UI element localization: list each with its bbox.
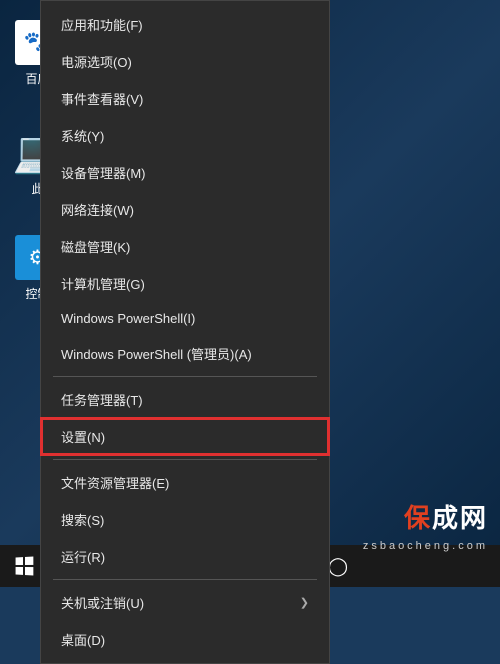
menu-device-manager[interactable]: 设备管理器(M) [41,154,329,191]
watermark-url: zsbaocheng.com [363,540,488,552]
menu-task-manager[interactable]: 任务管理器(T) [41,381,329,418]
menu-shutdown-signout[interactable]: 关机或注销(U) ❯ [41,584,329,621]
menu-apps-features[interactable]: 应用和功能(F) [41,6,329,43]
chevron-right-icon: ❯ [300,596,309,609]
menu-label: Windows PowerShell (管理员)(A) [61,344,252,363]
menu-label: 设备管理器(M) [61,163,146,182]
menu-label: 运行(R) [61,547,105,566]
menu-power-options[interactable]: 电源选项(O) [41,43,329,80]
windows-logo-icon [16,557,34,576]
menu-label: 关机或注销(U) [61,593,144,612]
menu-run[interactable]: 运行(R) [41,538,329,575]
menu-label: 应用和功能(F) [61,15,143,34]
menu-network-connections[interactable]: 网络连接(W) [41,191,329,228]
menu-system[interactable]: 系统(Y) [41,117,329,154]
menu-label: 任务管理器(T) [61,390,143,409]
winx-context-menu: 应用和功能(F) 电源选项(O) 事件查看器(V) 系统(Y) 设备管理器(M)… [40,0,330,664]
menu-settings[interactable]: 设置(N) [41,418,329,455]
menu-label: 桌面(D) [61,630,105,649]
menu-label: 计算机管理(G) [61,274,145,293]
menu-event-viewer[interactable]: 事件查看器(V) [41,80,329,117]
menu-separator [53,579,317,580]
menu-disk-management[interactable]: 磁盘管理(K) [41,228,329,265]
menu-separator [53,376,317,377]
menu-desktop[interactable]: 桌面(D) [41,621,329,658]
watermark-logo: 保成网 [404,498,488,535]
menu-label: 网络连接(W) [61,200,134,219]
menu-label: 磁盘管理(K) [61,237,130,256]
menu-search[interactable]: 搜索(S) [41,501,329,538]
cortana-icon: ◯ [328,556,348,577]
menu-separator [53,459,317,460]
menu-label: 事件查看器(V) [61,89,143,108]
menu-label: Windows PowerShell(I) [61,311,195,326]
menu-powershell[interactable]: Windows PowerShell(I) [41,302,329,335]
menu-label: 设置(N) [61,427,105,446]
menu-label: 文件资源管理器(E) [61,473,169,492]
menu-label: 系统(Y) [61,126,104,145]
menu-computer-management[interactable]: 计算机管理(G) [41,265,329,302]
menu-label: 电源选项(O) [61,52,132,71]
menu-powershell-admin[interactable]: Windows PowerShell (管理员)(A) [41,335,329,372]
menu-label: 搜索(S) [61,510,104,529]
menu-file-explorer[interactable]: 文件资源管理器(E) [41,464,329,501]
